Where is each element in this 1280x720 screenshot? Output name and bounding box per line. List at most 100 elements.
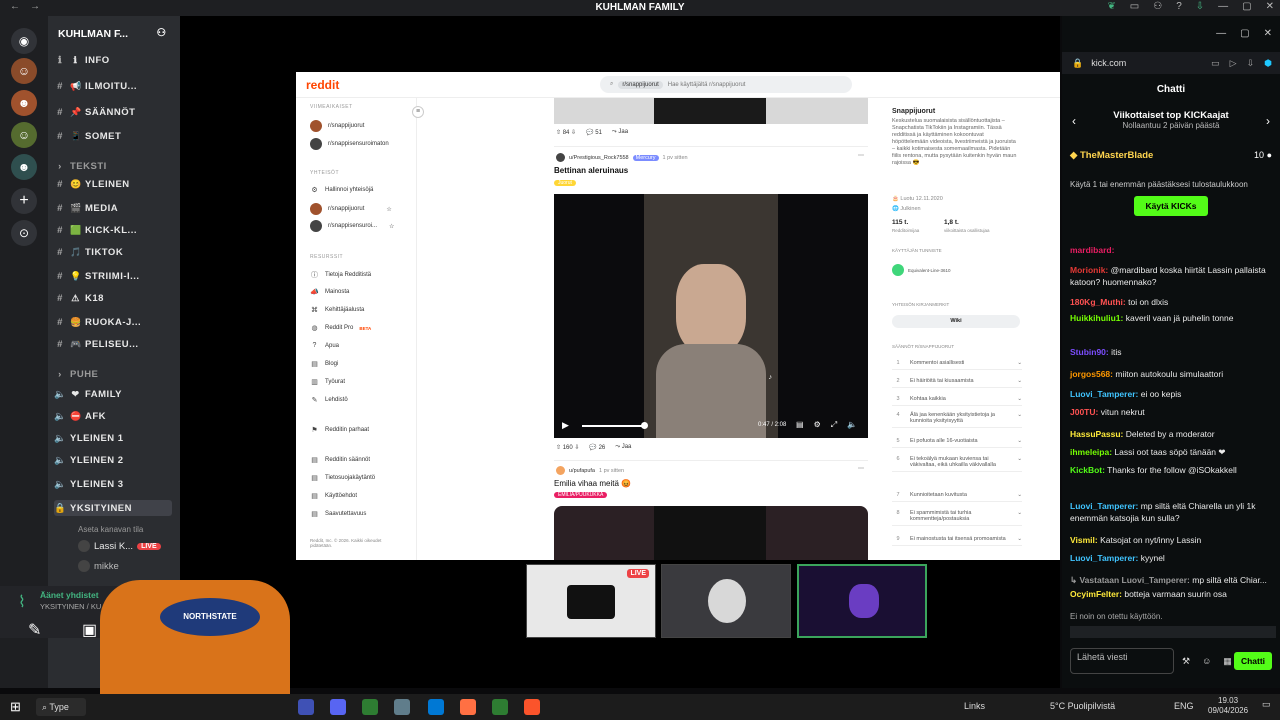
chat-username[interactable]: HassuPassu:	[1070, 429, 1123, 439]
post-flair[interactable]: Juorut	[554, 180, 576, 186]
edge-icon[interactable]	[428, 699, 444, 715]
emote-bar[interactable]	[1070, 626, 1276, 638]
reddit-logo[interactable]: reddit	[306, 78, 339, 92]
brave-icon[interactable]	[524, 699, 540, 715]
chat-message[interactable]: Huikkihuliu1: kaveril vaan jä puhelin to…	[1070, 312, 1276, 324]
rule-item[interactable]: 8 Ei spammimistä tai turhia kommentteja/p…	[892, 510, 1022, 526]
chat-message[interactable]: Vismil: Katsojat on nyt/inny Lassin	[1070, 534, 1276, 546]
star-icon[interactable]: ☆	[386, 206, 391, 213]
language-indicator[interactable]: ENG	[1174, 701, 1194, 711]
help-icon[interactable]: ?	[1176, 1, 1182, 12]
rule-item[interactable]: 5 Ei pofuota alle 16-vuotiaista ⌄	[892, 438, 1022, 448]
chat-message[interactable]: J00TU: vitun nekrut	[1070, 406, 1276, 418]
discover-icon[interactable]: ⊙	[11, 220, 37, 246]
chat-message[interactable]: Luovi_Tamperer: ei oo kepis	[1070, 388, 1276, 400]
people-icon[interactable]: ⚇	[1153, 1, 1162, 12]
search-input[interactable]: ⌕ r/snappijuorut Hae käyttäjältä r/snapp…	[600, 76, 852, 93]
close-icon[interactable]: ✕	[1264, 28, 1272, 39]
post-title[interactable]: Bettinan aleruinaus	[554, 166, 628, 175]
minimize-icon[interactable]: —	[1218, 1, 1228, 12]
discord-home-icon[interactable]: ◉	[11, 28, 37, 54]
screen-share-icon[interactable]: ▣	[82, 620, 97, 640]
links-toolbar[interactable]: Links	[964, 701, 985, 711]
video-player[interactable]: ♪ ▶ 0:47 / 2:08 ▤ ⚙ ⤢ 🔈	[554, 194, 868, 438]
chevron-left-icon[interactable]: ‹	[1072, 114, 1076, 128]
use-kicks-button[interactable]: Käytä KICKs	[1134, 196, 1208, 216]
channel-item[interactable]: # 🍔 RUOKA-J...	[54, 314, 172, 330]
extension-icon[interactable]: ⬢	[1264, 58, 1272, 69]
rule-item[interactable]: 4 Älä jaa kenenkään yksityistietoja ja ku…	[892, 412, 1022, 428]
app-icon[interactable]	[492, 699, 508, 715]
close-icon[interactable]: ✕	[1266, 1, 1274, 12]
wiki-button[interactable]: Wiki	[892, 315, 1020, 328]
channel-item[interactable]: 🔈 YLEINEN 2	[54, 452, 172, 468]
windows-start-icon[interactable]: ⊞	[10, 699, 21, 715]
sidebar-item[interactable]: ▤ Käyttöehdot	[310, 492, 357, 500]
add-server-icon[interactable]: +	[11, 188, 37, 214]
chat-username[interactable]: Stubin90:	[1070, 347, 1109, 357]
firefox-icon[interactable]	[460, 699, 476, 715]
sidebar-item[interactable]: ✎ Lehdistö	[310, 396, 348, 404]
post-author[interactable]: u/Prestigious_Rock7558	[569, 155, 629, 161]
chat-username[interactable]: J00TU:	[1070, 407, 1098, 417]
sidebar-item[interactable]: 📣 Mainosta	[310, 288, 349, 296]
sidebar-item[interactable]: ⌘ Kehittäjäalusta	[310, 306, 364, 314]
chat-message[interactable]: Stubin90: itis	[1070, 346, 1276, 358]
chat-username[interactable]: OcyimFelter:	[1070, 589, 1122, 599]
sidebar-item[interactable]: ▤ Saavutettavuus	[310, 510, 366, 518]
app-icon[interactable]	[394, 699, 410, 715]
sidebar-item[interactable]: r/snappisensuroi... ☆	[310, 220, 394, 232]
post-author[interactable]: u/pufapufa	[569, 468, 595, 474]
stream-thumb[interactable]	[797, 564, 927, 638]
sidebar-item[interactable]: ▥ Työurat	[310, 378, 345, 386]
emoji-icon[interactable]: ☺	[1202, 656, 1211, 667]
rule-item[interactable]: 1 Kommentoi asiallisesti ⌄	[892, 360, 1022, 370]
post-media[interactable]	[554, 98, 868, 124]
post-flair[interactable]: EMILIA/PUUKUKKA	[554, 492, 608, 498]
channel-item[interactable]: # 📢 ILMOITU...	[54, 78, 172, 94]
settings-icon[interactable]: ⚙	[814, 420, 821, 430]
search-chip[interactable]: r/snappijuorut	[618, 80, 663, 89]
channel-item[interactable]: 🔈 ⛔ AFK	[54, 408, 172, 424]
stream-thumb[interactable]: LIVE	[526, 564, 656, 638]
chat-message[interactable]: jorgos568: miiton autokoulu simulaattori	[1070, 368, 1276, 380]
kick-icon[interactable]: ⚒	[1182, 656, 1190, 667]
comments-button[interactable]: 💬 51	[586, 129, 602, 136]
progress-handle[interactable]	[641, 422, 648, 429]
notification-icon[interactable]: ▭	[1262, 699, 1271, 710]
minimize-icon[interactable]: —	[1216, 28, 1226, 39]
gift-icon[interactable]: ▦	[1223, 656, 1232, 667]
chat-message[interactable]: 180Kg_Muthi: toi on dlxis	[1070, 296, 1276, 308]
chat-username[interactable]: ↳ Vastataan Luovi_Tamperer:	[1070, 575, 1190, 585]
channel-item[interactable]: 🔒 YKSITYINEN	[54, 500, 172, 516]
leaderboard-row[interactable]: ◆ TheMasterBlade	[1070, 150, 1153, 161]
add-member-icon[interactable]: ⚇	[157, 27, 166, 39]
app-icon[interactable]	[298, 699, 314, 715]
voice-user[interactable]: Lassi K... LIVE	[78, 538, 196, 554]
chat-message[interactable]: KickBot: Thanks for the follow @iSOkakke…	[1070, 464, 1276, 476]
sidebar-item[interactable]: ⚙ Hallinnoi yhteisöjä	[310, 186, 373, 194]
sidebar-item[interactable]: ⓘ Tietoja Redditistä	[310, 270, 371, 280]
chat-username[interactable]: ihmeleipa:	[1070, 447, 1112, 457]
stream-thumb[interactable]	[661, 564, 791, 638]
chat-message[interactable]: ↳ Vastataan Luovi_Tamperer: mp siltä elt…	[1070, 574, 1276, 586]
chat-message[interactable]: Morionik: @mardibard koska hiirtät Lassi…	[1070, 264, 1276, 288]
server-icon-2[interactable]: ☻	[11, 90, 37, 116]
chat-username[interactable]: Huikkihuliu1:	[1070, 313, 1123, 323]
post-media[interactable]	[554, 506, 868, 560]
channel-item[interactable]: 🔈 YLEINEN 1	[54, 430, 172, 446]
rule-item[interactable]: 3 Kohtaa kaikkia ⌄	[892, 396, 1022, 406]
star-icon[interactable]: ☆	[389, 223, 394, 230]
captions-icon[interactable]: ▤	[796, 420, 804, 430]
sidebar-item[interactable]: ◍ Reddit Pro BETA	[310, 324, 371, 332]
rule-item[interactable]: 7 Kunnioitetaan kuvitusta ⌄	[892, 492, 1022, 502]
inbox-icon[interactable]: ▭	[1130, 1, 1139, 12]
clipboard-icon[interactable]: ▭	[1211, 58, 1220, 69]
chat-message[interactable]: Luovi_Tamperer: mp siltä eltä Chiarella …	[1070, 500, 1276, 524]
chat-username[interactable]: Vismil:	[1070, 535, 1098, 545]
collapse-sidebar-icon[interactable]: ≡	[412, 106, 424, 118]
channel-category[interactable]: › TEKSTI	[54, 158, 172, 174]
channel-item[interactable]: # ⚠ K18	[54, 290, 172, 306]
more-icon[interactable]: ⋯	[858, 152, 864, 159]
leaf-icon[interactable]: ❦	[1107, 1, 1115, 12]
